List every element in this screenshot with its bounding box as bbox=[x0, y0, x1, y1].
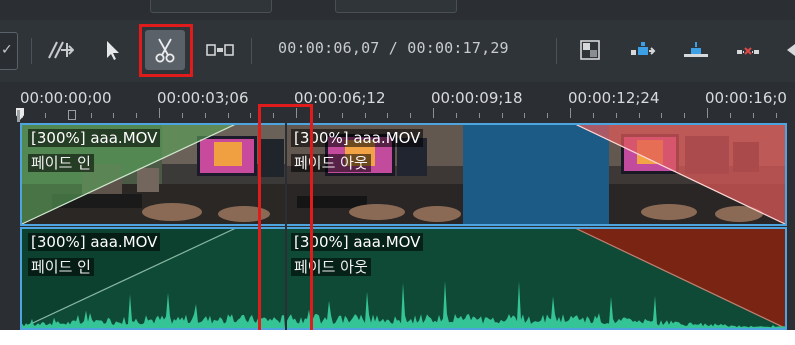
ruler-tick bbox=[159, 108, 160, 118]
ruler-tick bbox=[661, 113, 662, 118]
ruler-tick bbox=[365, 113, 366, 118]
split-view-button[interactable] bbox=[570, 30, 610, 70]
ruler-label: 00:00:03;06 bbox=[157, 89, 249, 107]
ruler-tick bbox=[547, 113, 548, 118]
waveform-path bbox=[287, 280, 785, 328]
ruler-tick bbox=[250, 113, 251, 118]
lift-icon bbox=[787, 44, 795, 56]
ruler-tick bbox=[684, 113, 685, 118]
ruler-tick bbox=[182, 113, 183, 118]
ruler-tick bbox=[113, 113, 114, 118]
ruler-tick bbox=[479, 113, 480, 118]
chevron-down-icon: ✓ bbox=[1, 42, 13, 58]
ruler-tick bbox=[707, 108, 708, 118]
timeline-ruler[interactable]: 00:00:00;00 00:00:03;06 00:00:06;12 00:0… bbox=[0, 82, 795, 122]
clip-title: [300%] aaa.MOV bbox=[28, 233, 161, 251]
split-view-icon bbox=[580, 40, 600, 60]
spacer-icon bbox=[48, 41, 74, 59]
ruler-tick bbox=[433, 108, 434, 118]
razor-highlight-box bbox=[139, 24, 193, 77]
ruler-tick bbox=[205, 113, 206, 118]
timecode-display: 00:00:06,07 / 00:00:17,29 bbox=[278, 39, 509, 57]
slip-icon bbox=[206, 44, 234, 56]
ruler-tick bbox=[319, 113, 320, 118]
extract-button[interactable] bbox=[729, 30, 769, 70]
ruler-tick bbox=[639, 113, 640, 118]
ruler-tick bbox=[91, 113, 92, 118]
lift-button[interactable] bbox=[775, 30, 795, 70]
spacer-tool-button[interactable] bbox=[40, 30, 80, 70]
timecode-separator: / bbox=[388, 39, 399, 57]
slip-tool-button[interactable] bbox=[200, 30, 240, 70]
overwrite-button[interactable] bbox=[676, 30, 716, 70]
total-duration: 00:00:17,29 bbox=[407, 39, 509, 57]
overwrite-icon bbox=[684, 42, 708, 57]
ruler-tick bbox=[387, 113, 388, 118]
timeline-window: ✓ 00:00:06,07 / 00:00:17,29 00:00:00;00 … bbox=[0, 0, 795, 345]
current-position: 00:00:06,07 bbox=[278, 39, 380, 57]
cut-highlight-box bbox=[258, 104, 313, 342]
ruler-tick bbox=[228, 113, 229, 118]
clip-effect-label: 페이드 인 bbox=[28, 154, 94, 172]
top-menu-strip bbox=[0, 0, 795, 20]
cursor-icon bbox=[107, 41, 119, 60]
ruler-tick bbox=[502, 113, 503, 118]
ruler-tick bbox=[524, 113, 525, 118]
clip-title: [300%] aaa.MOV bbox=[28, 129, 161, 147]
audio-clip-1[interactable]: [300%] aaa.MOV 페이드 인 bbox=[22, 228, 285, 328]
ruler-tick bbox=[410, 113, 411, 118]
bottom-spacer bbox=[0, 330, 795, 345]
video-clip-2[interactable]: [300%] aaa.MOV 페이드 아웃 bbox=[287, 124, 785, 224]
ruler-tick bbox=[753, 113, 754, 118]
audio-clip-2[interactable]: [300%] aaa.MOV 페이드 아웃 bbox=[287, 228, 785, 328]
divider bbox=[31, 38, 32, 64]
ruler-label: 00:00:16;0 bbox=[705, 89, 787, 107]
ruler-in-marker bbox=[17, 110, 20, 122]
dropdown-stub[interactable]: ✓ bbox=[0, 32, 18, 70]
divider bbox=[556, 38, 557, 64]
timeline-toolbar: ✓ 00:00:06,07 / 00:00:17,29 bbox=[0, 20, 795, 82]
ruler-tick bbox=[342, 113, 343, 118]
tab-ghost[interactable] bbox=[150, 0, 272, 13]
extract-icon bbox=[737, 47, 759, 55]
select-tool-button[interactable] bbox=[93, 30, 133, 70]
waveform-path bbox=[22, 292, 285, 328]
ruler-label: 00:00:00;00 bbox=[20, 89, 112, 107]
ruler-tick bbox=[776, 113, 777, 118]
ruler-label: 00:00:09;18 bbox=[431, 89, 523, 107]
ruler-tick bbox=[45, 113, 46, 118]
tab-ghost[interactable] bbox=[335, 0, 457, 13]
insert-button[interactable] bbox=[623, 30, 663, 70]
ruler-tick bbox=[616, 113, 617, 118]
tracks-area: [300%] aaa.MOV 페이드 인 [300%] aaa.MOV 페이드 … bbox=[0, 122, 795, 345]
video-clip-1[interactable]: [300%] aaa.MOV 페이드 인 bbox=[22, 124, 285, 224]
divider bbox=[251, 38, 252, 64]
ruler-tick bbox=[570, 108, 571, 118]
ruler-zone-handle[interactable] bbox=[68, 110, 76, 120]
clip-effect-label: 페이드 인 bbox=[28, 258, 94, 276]
insert-icon bbox=[631, 42, 656, 55]
ruler-tick bbox=[730, 113, 731, 118]
ruler-tick bbox=[593, 113, 594, 118]
ruler-tick bbox=[456, 113, 457, 118]
ruler-label: 00:00:12;24 bbox=[568, 89, 660, 107]
ruler-tick bbox=[136, 113, 137, 118]
